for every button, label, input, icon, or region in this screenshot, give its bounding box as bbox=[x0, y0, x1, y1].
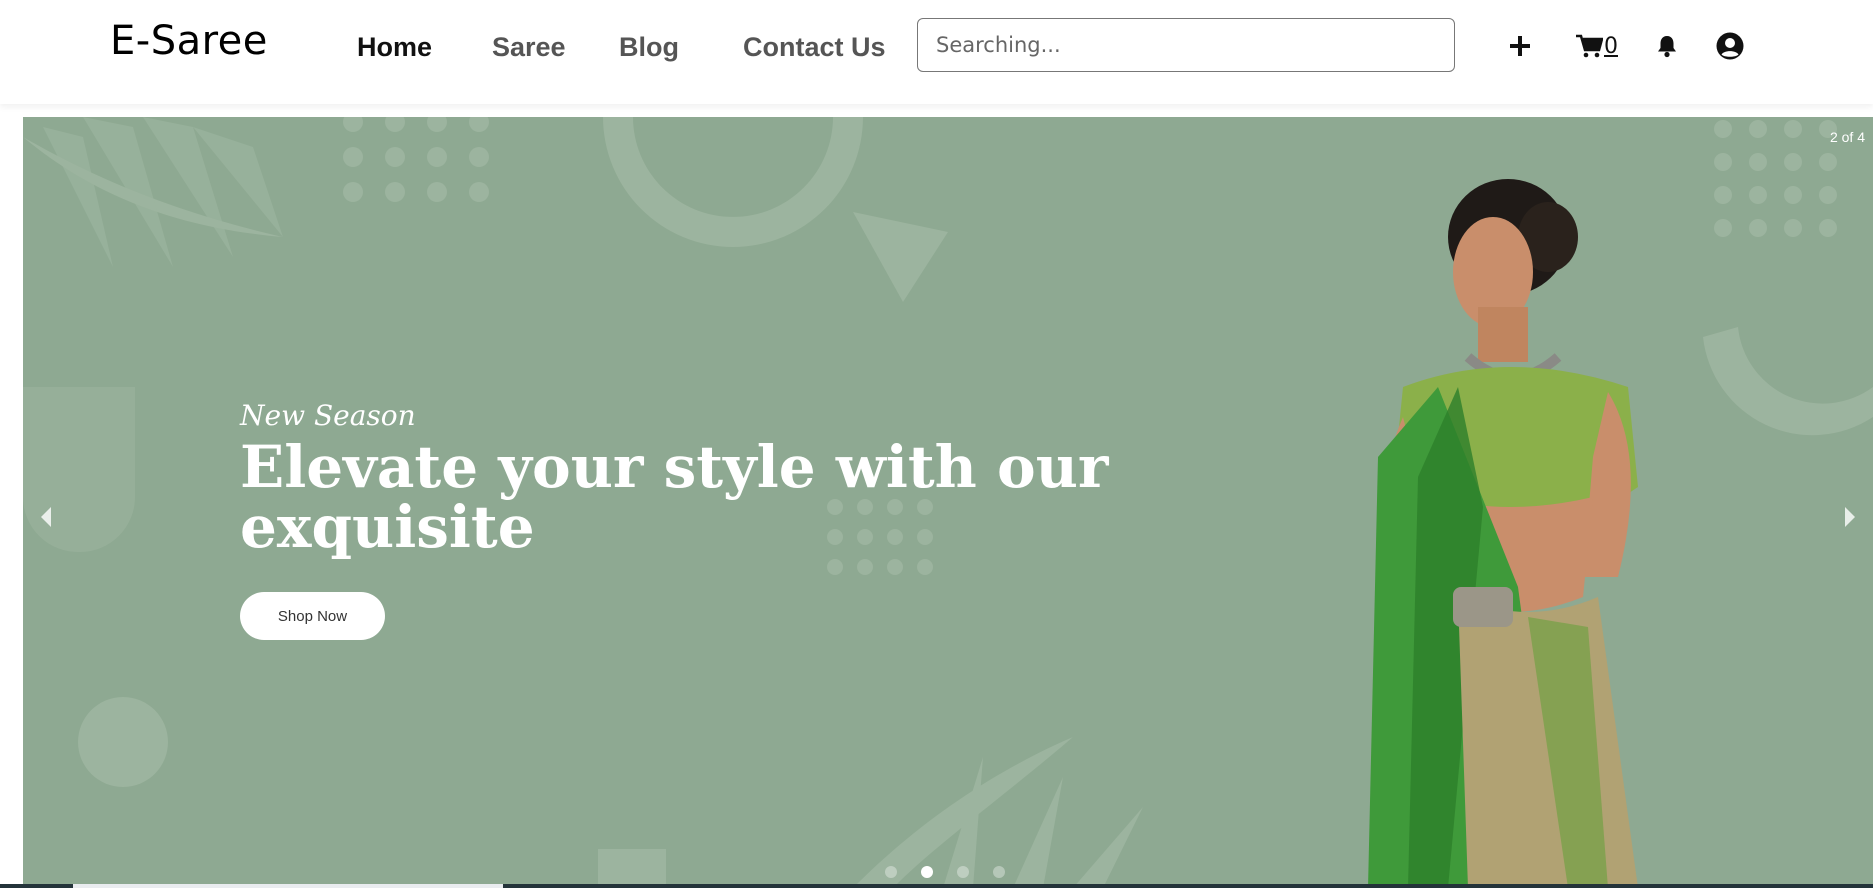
plus-icon bbox=[1510, 36, 1530, 56]
carousel-dot-3[interactable] bbox=[957, 866, 969, 878]
nav-link-saree[interactable]: Saree bbox=[492, 32, 566, 63]
carousel-next-button[interactable] bbox=[1835, 497, 1865, 537]
add-button[interactable] bbox=[1508, 26, 1532, 66]
hero-eyebrow: New Season bbox=[240, 399, 416, 432]
shop-now-button[interactable]: Shop Now bbox=[240, 592, 385, 640]
carousel-dot-1[interactable] bbox=[885, 866, 897, 878]
cart-count: 0 bbox=[1604, 33, 1618, 59]
nav-link-home[interactable]: Home bbox=[357, 32, 432, 63]
carousel-dot-2[interactable] bbox=[921, 866, 933, 878]
hero-headline: Elevate your style with our exquisite bbox=[240, 433, 1109, 561]
user-circle-icon bbox=[1716, 32, 1744, 60]
search-input[interactable] bbox=[917, 18, 1455, 72]
user-account-button[interactable] bbox=[1716, 26, 1744, 66]
scroll-thumb[interactable] bbox=[73, 884, 503, 888]
carousel-indicators bbox=[885, 866, 1005, 878]
notifications-button[interactable] bbox=[1656, 26, 1678, 66]
chevron-right-icon bbox=[1845, 507, 1855, 527]
cart-button[interactable]: 0 bbox=[1576, 26, 1618, 66]
bell-icon bbox=[1658, 36, 1676, 58]
nav-link-contact[interactable]: Contact Us bbox=[743, 32, 886, 63]
nav-link-blog[interactable]: Blog bbox=[619, 32, 679, 63]
hero-carousel: 2 of 4 New Season Elevate your style wit… bbox=[23, 117, 1873, 888]
brand-logo[interactable]: E-Saree bbox=[110, 18, 268, 64]
chevron-left-icon bbox=[41, 507, 51, 527]
carousel-prev-button[interactable] bbox=[31, 497, 61, 537]
carousel-dot-4[interactable] bbox=[993, 866, 1005, 878]
navbar: E-Saree Home Saree Blog Contact Us 0 bbox=[0, 0, 1873, 104]
slide-counter: 2 of 4 bbox=[1829, 129, 1865, 145]
model-image bbox=[1368, 179, 1638, 888]
cart-icon bbox=[1576, 34, 1603, 58]
bottom-scroll-bar bbox=[0, 884, 1873, 888]
